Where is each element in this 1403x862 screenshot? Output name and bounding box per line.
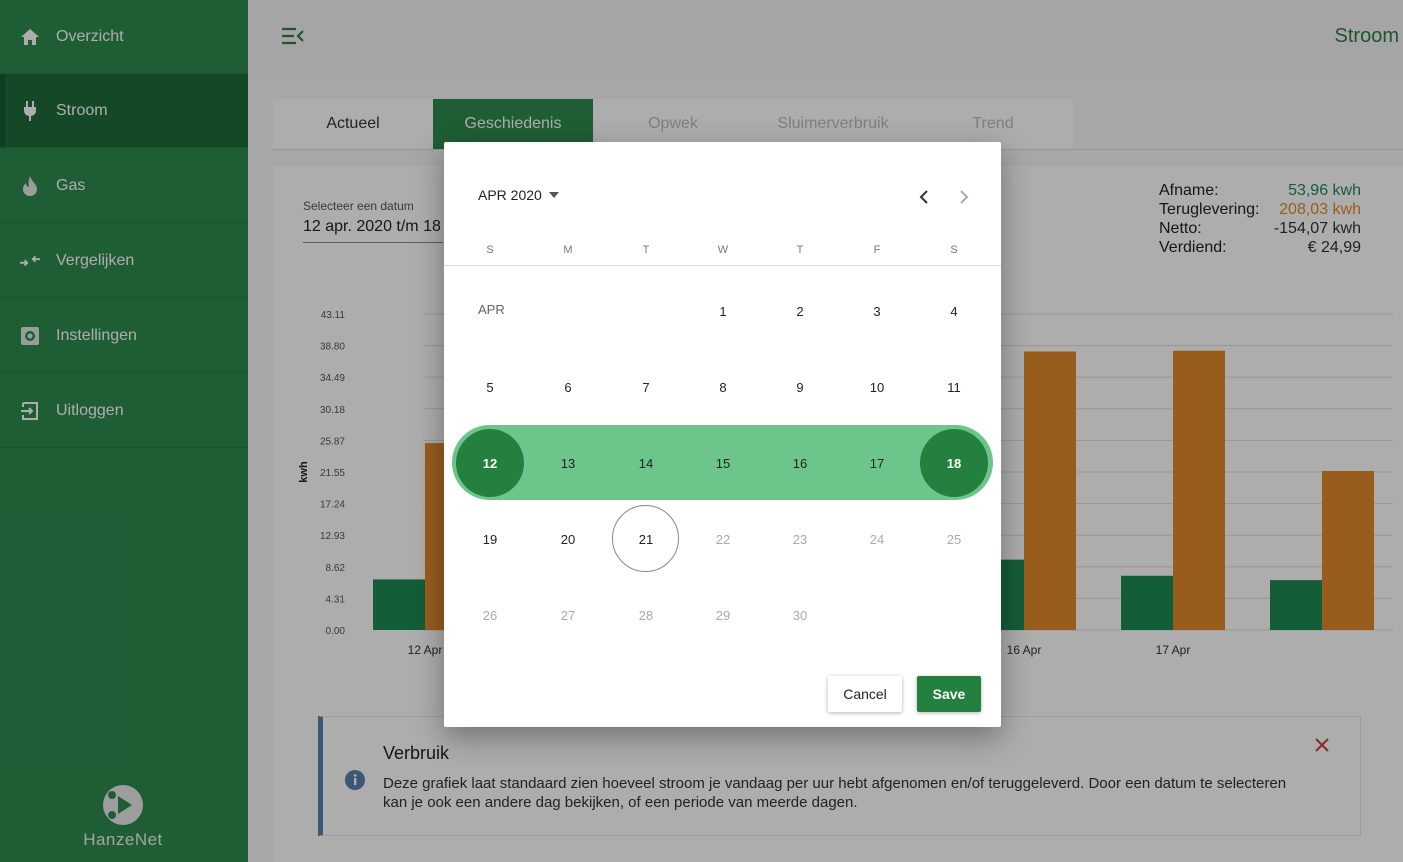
weekday-label: S: [486, 244, 494, 256]
month-label: APR: [478, 302, 505, 317]
previous-month-button[interactable]: [914, 187, 934, 207]
weekday-label: M: [563, 244, 573, 256]
calendar-day[interactable]: 21: [626, 532, 666, 547]
weekday-label: F: [873, 244, 881, 256]
save-button[interactable]: Save: [917, 676, 981, 712]
calendar-day[interactable]: 19: [470, 532, 510, 547]
calendar-day[interactable]: 16: [780, 456, 820, 471]
range-end-day[interactable]: 18: [920, 429, 988, 497]
calendar-day[interactable]: 14: [626, 456, 666, 471]
calendar-day[interactable]: 20: [548, 532, 588, 547]
calendar-day: 29: [715, 608, 731, 623]
calendar-day[interactable]: 17: [857, 456, 897, 471]
calendar-day: 26: [482, 608, 498, 623]
month-year-select[interactable]: APR 2020: [478, 187, 559, 203]
calendar-day: 23: [792, 532, 808, 547]
calendar-day: 24: [869, 532, 885, 547]
calendar-day: 28: [638, 608, 654, 623]
calendar-day: 30: [792, 608, 808, 623]
calendar-day[interactable]: 9: [780, 380, 820, 395]
range-start-day[interactable]: 12: [456, 429, 524, 497]
cancel-button[interactable]: Cancel: [828, 676, 902, 712]
calendar-day: 27: [560, 608, 576, 623]
weekday-label: T: [796, 244, 804, 256]
calendar-day: 25: [946, 532, 962, 547]
calendar-day[interactable]: 15: [703, 456, 743, 471]
next-month-button[interactable]: [954, 187, 974, 207]
chevron-left-icon: [919, 190, 928, 204]
calendar-day[interactable]: 2: [780, 304, 820, 319]
caret-down-icon: [548, 192, 559, 198]
calendar-day: 22: [715, 532, 731, 547]
weekday-label: T: [642, 244, 650, 256]
calendar-day[interactable]: 6: [548, 380, 588, 395]
calendar-day[interactable]: 3: [857, 304, 897, 319]
calendar-day[interactable]: 7: [626, 380, 666, 395]
calendar-day[interactable]: 10: [857, 380, 897, 395]
date-range-dialog: APR 2020 SMTWTFS APR 12 18 1 2 3 4 5 6 7 8 9 10 11…: [444, 142, 1001, 727]
calendar-day[interactable]: 8: [703, 380, 743, 395]
weekday-divider: [444, 265, 1001, 266]
calendar-day[interactable]: 1: [703, 304, 743, 319]
month-year-label: APR 2020: [478, 187, 542, 203]
calendar-day[interactable]: 5: [470, 380, 510, 395]
chevron-right-icon: [960, 190, 969, 204]
calendar-day[interactable]: 4: [934, 304, 974, 319]
calendar-day[interactable]: 11: [934, 380, 974, 395]
weekday-label: W: [717, 244, 729, 256]
calendar-day[interactable]: 13: [548, 456, 588, 471]
weekday-label: S: [950, 244, 958, 256]
